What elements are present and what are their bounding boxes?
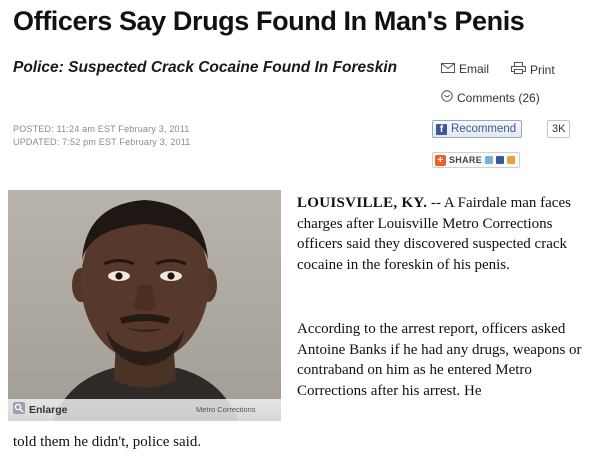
comment-icon bbox=[441, 90, 453, 105]
photo-credit: Metro Corrections bbox=[196, 405, 256, 414]
article-paragraph-2: According to the arrest report, officers… bbox=[297, 321, 582, 399]
email-link[interactable]: Email bbox=[441, 62, 489, 76]
print-label: Print bbox=[530, 62, 555, 77]
comments-label: Comments (26) bbox=[457, 90, 540, 105]
facebook-icon: f bbox=[436, 123, 447, 135]
comments-link[interactable]: Comments (26) bbox=[441, 90, 540, 105]
enlarge-label: Enlarge bbox=[29, 403, 68, 416]
subheadline: Police: Suspected Crack Cocaine Found In… bbox=[13, 59, 398, 76]
posted-timestamp: POSTED: 11:24 am EST February 3, 2011 bbox=[13, 124, 190, 134]
share-service-icon bbox=[496, 156, 505, 164]
share-service-icon bbox=[485, 156, 494, 164]
magnifier-icon bbox=[13, 402, 25, 417]
recommend-button[interactable]: f Recommend bbox=[432, 120, 523, 138]
recommend-count: 3K bbox=[547, 120, 571, 138]
recommend-label: Recommend bbox=[451, 123, 517, 135]
envelope-icon bbox=[441, 62, 455, 76]
mugshot-photo[interactable] bbox=[8, 190, 281, 421]
dateline: LOUISVILLE, KY. bbox=[297, 195, 428, 211]
share-service-icon bbox=[507, 156, 516, 164]
share-plus-icon: + bbox=[435, 154, 446, 166]
printer-icon bbox=[511, 62, 526, 77]
article-paragraph-1: LOUISVILLE, KY. -- A Fairdale man faces … bbox=[297, 193, 593, 275]
enlarge-button[interactable]: Enlarge bbox=[13, 402, 68, 417]
headline: Officers Say Drugs Found In Man's Penis bbox=[13, 6, 525, 36]
article-paragraph-2-continued: told them he didn't, police said. bbox=[13, 434, 202, 450]
print-link[interactable]: Print bbox=[511, 62, 555, 77]
updated-timestamp: UPDATED: 7:52 pm EST February 3, 2011 bbox=[13, 137, 191, 147]
share-button[interactable]: + SHARE bbox=[432, 152, 521, 168]
email-label: Email bbox=[459, 62, 490, 76]
share-label: SHARE bbox=[449, 155, 483, 165]
